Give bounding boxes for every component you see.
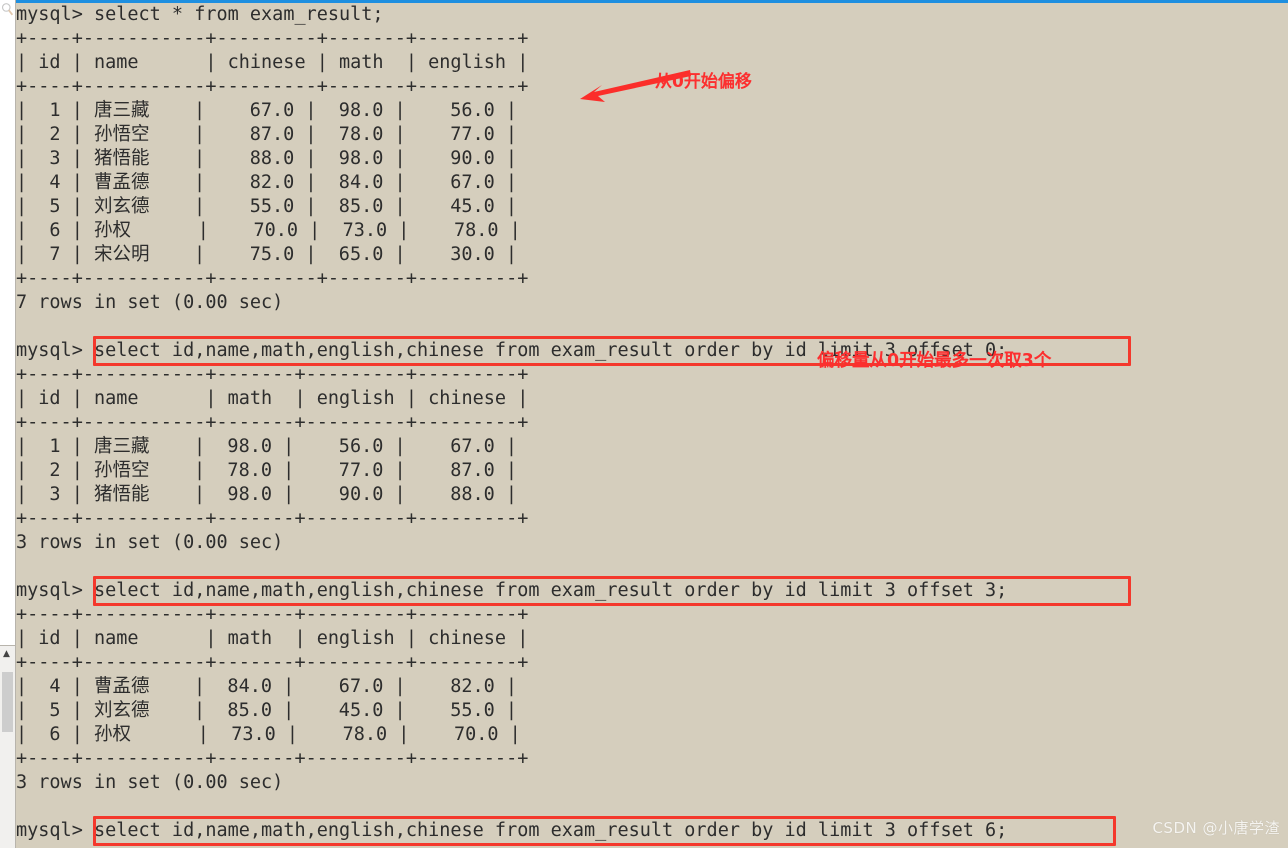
table-row: | 5 | 刘玄德 | 55.0 | 85.0 | 45.0 | (16, 196, 518, 217)
mysql-prompt: mysql> (16, 340, 94, 361)
screenshot-root: ▲ mysql> select * from exam_result; +----… (0, 0, 1288, 848)
table-row: | 2 | 孙悟空 | 87.0 | 78.0 | 77.0 | (16, 124, 518, 145)
mysql-terminal: mysql> select * from exam_result; +----+-… (16, 0, 1288, 848)
table-rule-top: +----+-----------+-------+---------+----… (16, 604, 529, 625)
result-status-line: 3 rows in set (0.00 sec) (16, 532, 284, 553)
table-row: | 4 | 曹孟德 | 84.0 | 67.0 | 82.0 | (16, 676, 518, 697)
table-row: | 4 | 曹孟德 | 82.0 | 84.0 | 67.0 | (16, 172, 518, 193)
csdn-watermark: CSDN @小唐学渣 (1152, 819, 1280, 837)
table-row: | 2 | 孙悟空 | 78.0 | 77.0 | 87.0 | (16, 460, 518, 481)
gutter-collapse-caret[interactable]: ▲ (3, 650, 11, 659)
sql-command-text[interactable]: select id,name,math,english,chinese from… (94, 819, 1007, 843)
table-rule-bottom: +----+-----------+---------+-------+----… (16, 268, 529, 289)
mysql-prompt: mysql> (16, 4, 94, 25)
vertical-scrollbar-thumb[interactable] (2, 672, 13, 732)
result-status-line: 7 rows in set (0.00 sec) (16, 292, 284, 313)
table-rule-bottom: +----+-----------+-------+---------+----… (16, 748, 529, 769)
table-rule-top: +----+-----------+---------+-------+----… (16, 28, 529, 49)
table-row: | 6 | 孙权 | 70.0 | 73.0 | 78.0 | (16, 220, 521, 241)
table-header-row: | id | name | math | english | chinese | (16, 388, 529, 409)
mysql-prompt: mysql> (16, 820, 94, 841)
command-line[interactable]: mysql> select id,name,math,english,chine… (16, 816, 1288, 846)
command-line[interactable]: mysql> select id,name,math,english,chine… (16, 336, 1288, 366)
table-row: | 3 | 猪悟能 | 98.0 | 90.0 | 88.0 | (16, 484, 518, 505)
table-row: | 1 | 唐三藏 | 98.0 | 56.0 | 67.0 | (16, 436, 518, 457)
mysql-prompt: mysql> (16, 580, 94, 601)
table-row: | 7 | 宋公明 | 75.0 | 65.0 | 30.0 | (16, 244, 518, 265)
result-status-line: 3 rows in set (0.00 sec) (16, 772, 284, 793)
table-row: | 5 | 刘玄德 | 85.0 | 45.0 | 55.0 | (16, 700, 518, 721)
table-rule-bottom: +----+-----------+-------+---------+----… (16, 508, 529, 529)
table-rule-top: +----+-----------+-------+---------+----… (16, 843, 1288, 848)
annotation-limit-three: 偏移量从0开始最多一次取3个 (817, 351, 1052, 371)
table-rule-top: +----+-----------+-------+---------+----… (16, 364, 529, 385)
table-rule-mid: +----+-----------+-------+---------+----… (16, 412, 529, 433)
table-header-row: | id | name | math | english | chinese | (16, 628, 529, 649)
magnifier-icon[interactable] (1, 2, 14, 17)
sql-command-text[interactable]: select id,name,math,english,chinese from… (94, 579, 1007, 603)
command-line[interactable]: mysql> select * from exam_result; (16, 3, 1288, 27)
sql-command-text[interactable]: select * from exam_result; (94, 3, 384, 27)
table-row: | 6 | 孙权 | 73.0 | 78.0 | 70.0 | (16, 724, 521, 745)
annotation-offset-zero: 从0开始偏移 (655, 72, 752, 92)
table-rule-mid: +----+-----------+-------+---------+----… (16, 652, 529, 673)
command-line[interactable]: mysql> select id,name,math,english,chine… (16, 576, 1288, 606)
terminal-output[interactable]: mysql> select * from exam_result; +----+-… (16, 3, 1288, 848)
table-row: | 3 | 猪悟能 | 88.0 | 98.0 | 90.0 | (16, 148, 518, 169)
